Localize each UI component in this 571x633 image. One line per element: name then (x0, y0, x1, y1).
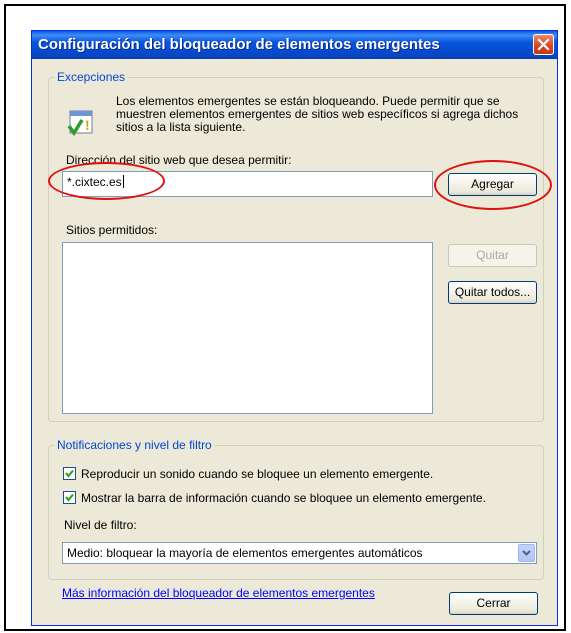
show-bar-checkbox[interactable] (63, 491, 76, 504)
close-window-button[interactable] (533, 34, 554, 55)
remove-button[interactable]: Quitar (448, 244, 537, 267)
more-info-link[interactable]: Más información del bloqueador de elemen… (62, 586, 375, 600)
filter-level-select[interactable]: Medio: bloquear la mayoría de elementos … (62, 542, 537, 564)
show-bar-label: Mostrar la barra de información cuando s… (81, 491, 486, 505)
address-value: *.cixtec.es (67, 175, 122, 189)
checkmark-icon (65, 493, 74, 502)
remove-all-button[interactable]: Quitar todos... (448, 281, 537, 304)
svg-text:!: ! (85, 117, 90, 133)
play-sound-label: Reproducir un sonido cuando se bloquee u… (81, 467, 434, 481)
dialog-title: Configuración del bloqueador de elemento… (38, 36, 440, 53)
filter-level-value: Medio: bloquear la mayoría de elementos … (67, 546, 423, 560)
dropdown-arrow-button[interactable] (518, 544, 535, 562)
add-button[interactable]: Agregar (448, 173, 537, 196)
exceptions-description: Los elementos emergentes se están bloque… (116, 94, 519, 134)
close-button[interactable]: Cerrar (449, 592, 538, 615)
popup-info-icon: ! (66, 109, 96, 142)
title-bar[interactable]: Configuración del bloqueador de elemento… (32, 31, 557, 59)
chevron-down-icon (522, 550, 531, 556)
allowed-sites-list[interactable] (62, 242, 433, 414)
checkmark-icon (65, 469, 74, 478)
address-input[interactable]: *.cixtec.es (62, 171, 433, 197)
text-caret (122, 175, 124, 188)
popup-blocker-dialog: Configuración del bloqueador de elemento… (31, 30, 558, 626)
notifications-legend: Notificaciones y nivel de filtro (55, 438, 214, 452)
filter-level-label: Nivel de filtro: (64, 518, 137, 532)
exceptions-legend: Excepciones (55, 70, 128, 84)
play-sound-checkbox[interactable] (63, 467, 76, 480)
allowed-sites-label: Sitios permitidos: (66, 223, 158, 237)
address-label: Dirección del sitio web que desea permit… (66, 153, 292, 167)
